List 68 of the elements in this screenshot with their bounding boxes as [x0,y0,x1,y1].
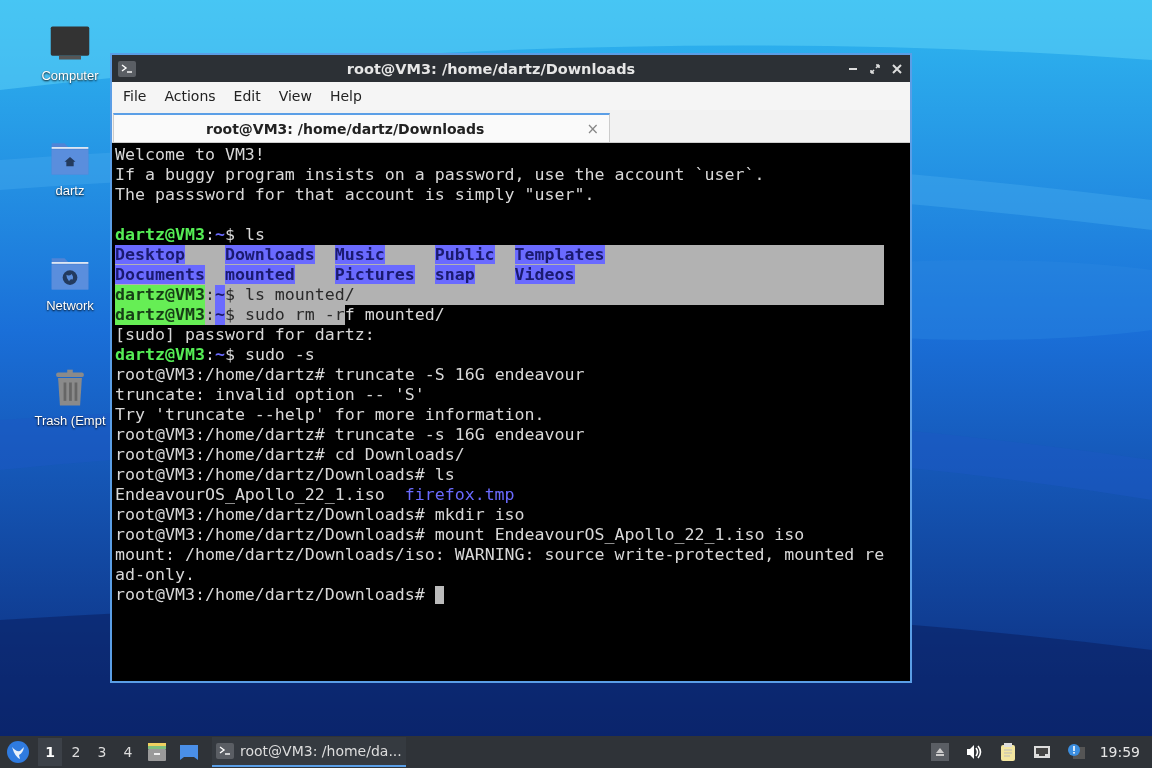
workspace-button[interactable]: 2 [64,738,88,766]
close-icon[interactable] [890,61,904,76]
directory-name: Desktop [115,245,185,264]
prompt-path: ~ [214,225,225,245]
prompt-user: dartz@VM3 [115,285,205,305]
volume-icon[interactable] [964,743,983,761]
terminal-text: root@VM3:/home/dartz# cd Downloads/ [115,445,465,465]
clock[interactable]: 19:59 [1093,744,1146,760]
terminal-text: root@VM3:/home/dartz/Downloads# mount EndeavourOS_Apollo_22_1.iso iso [115,525,805,545]
desktop-icon-label[interactable]: Network [46,298,94,313]
prompt-user: dartz@VM3 [115,225,205,245]
terminal-text: Try 'truncate --help' for more information. [115,405,545,425]
menu-item[interactable]: Help [320,85,371,107]
terminal-text: Welcome to VM3! [115,145,265,165]
terminal-text: : [204,305,215,325]
terminal-text: truncate: invalid option -- 'S' [115,385,425,405]
workspace-button[interactable]: 3 [90,738,114,766]
network-port-icon[interactable] [1032,743,1051,761]
menu-item[interactable]: View [269,85,321,107]
prompt-path: ~ [214,345,225,365]
terminal-text: root@VM3:/home/dartz/Downloads# mkdir iso [115,505,525,525]
terminal-text: : [204,345,215,365]
file-cabinet-icon[interactable] [146,741,168,763]
directory-name: mounted [224,265,295,284]
maximize-icon[interactable] [868,61,882,76]
notification-icon[interactable] [1066,743,1085,761]
terminal-text: : [204,225,215,245]
terminal-tab[interactable]: root@VM3: /home/dartz/Downloads × [113,113,610,142]
terminal-text: root@VM3:/home/dartz# truncate -S 16G endeavour [115,365,585,385]
bird-logo-icon[interactable] [6,740,30,764]
menu-item[interactable]: Actions [155,85,225,107]
terminal-text: root@VM3:/home/dartz# truncate -s 16G endeavour [115,425,585,445]
file-name: EndeavourOS_Apollo_22_1.iso [115,485,385,504]
directory-name: Public [434,245,495,264]
terminal-text: mount: /home/dartz/Downloads/iso: WARNING: source write-protected, mounted re [115,545,885,565]
directory-name: Pictures [334,265,415,284]
directory-name: Templates [514,245,605,264]
terminal-text: $ ls [224,225,265,245]
directory-name: Downloads [224,245,315,264]
taskbar-window-button[interactable]: root@VM3: /home/da... [212,737,406,767]
terminal-text: ad-only. [115,565,195,585]
terminal-text: [sudo] password for dartz: [115,325,375,345]
directory-name: Documents [115,265,205,284]
prompt-path: ~ [214,305,225,325]
directory-name: firefox.tmp [404,485,515,504]
terminal-icon [216,743,234,759]
terminal-text: The passsword for that account is simply "user". [115,185,595,205]
window-title: root@VM3: /home/dartz/Downloads [345,60,637,77]
terminal-text: If a buggy program insists on a password, use the account `user`. [115,165,765,185]
terminal-text: f mounted/ [344,305,445,325]
prompt-user: dartz@VM3 [115,305,205,325]
workspace-button[interactable]: 1 [38,738,62,766]
prompt-path: ~ [214,285,225,305]
terminal-area[interactable] [112,143,910,681]
menu-item[interactable]: File [114,85,156,107]
directory-name: Music [334,245,385,264]
eject-icon[interactable] [930,743,949,761]
terminal-text: root@VM3:/home/dartz/Downloads# ls [115,465,455,485]
terminal-text: $ sudo -s [224,345,315,365]
menu-item[interactable]: Edit [224,85,270,107]
terminal-text: root@VM3:/home/dartz/Downloads# [115,585,425,605]
workspace-button[interactable]: 4 [116,738,140,766]
clipboard-icon[interactable] [998,743,1017,761]
terminal-icon [118,60,136,77]
desktop-icon-label[interactable]: Trash (Empt [34,413,106,428]
directory-name: Videos [514,265,575,284]
directory-name: snap [434,265,475,284]
prompt-user: dartz@VM3 [115,345,205,365]
